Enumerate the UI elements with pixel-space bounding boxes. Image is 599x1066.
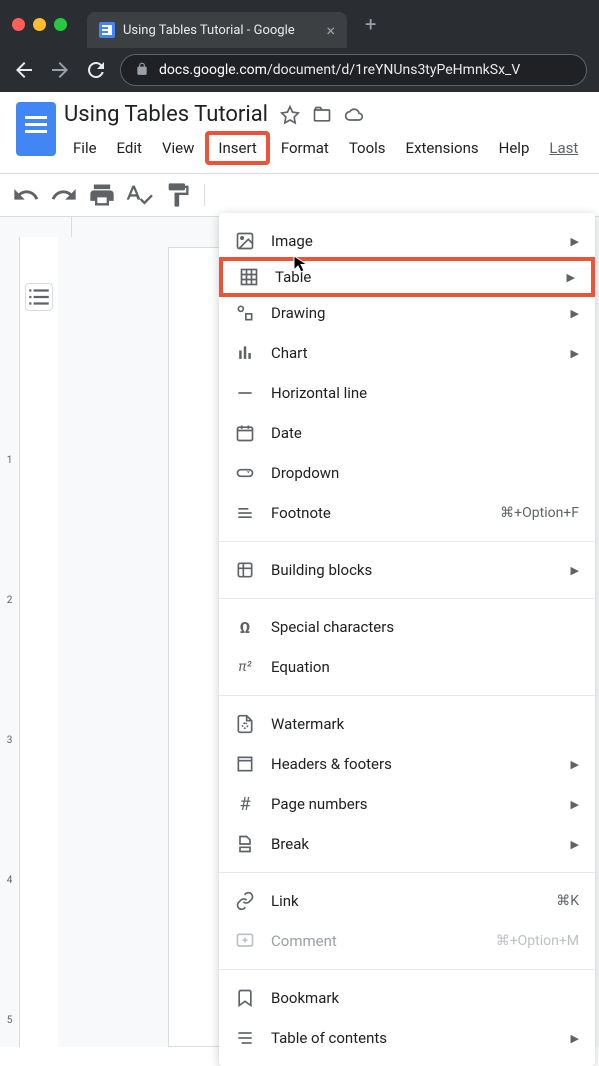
footnote-icon: [235, 503, 255, 523]
watermark-icon: [235, 714, 255, 734]
back-button[interactable]: [12, 58, 36, 82]
separator: [204, 184, 205, 206]
menu-item-horizontal-line[interactable]: Horizontal line: [219, 373, 595, 413]
menu-item-equation[interactable]: π² Equation: [219, 647, 595, 687]
menu-extensions[interactable]: Extensions: [397, 135, 488, 161]
menu-file[interactable]: File: [64, 135, 106, 161]
lock-icon: [135, 61, 149, 80]
chevron-right-icon: ▶: [571, 758, 579, 771]
menu-format[interactable]: Format: [272, 135, 338, 161]
menu-item-watermark[interactable]: Watermark: [219, 704, 595, 744]
address-bar: docs.google.com/document/d/1reYNUns3tyPe…: [0, 48, 599, 92]
menu-item-table-of-contents[interactable]: Table of contents ▶: [219, 1018, 595, 1058]
menu-insert[interactable]: Insert: [205, 131, 269, 165]
dropdown-icon: [235, 463, 255, 483]
break-icon: [235, 834, 255, 854]
reload-button[interactable]: [84, 58, 108, 82]
chevron-right-icon: ▶: [571, 307, 579, 320]
chevron-right-icon: ▶: [571, 235, 579, 248]
headers-icon: [235, 754, 255, 774]
chart-icon: [235, 343, 255, 363]
image-icon: [235, 231, 255, 251]
close-window-button[interactable]: [12, 18, 25, 31]
print-button[interactable]: [88, 181, 116, 209]
new-tab-button[interactable]: +: [365, 12, 376, 36]
paint-format-button[interactable]: [164, 181, 192, 209]
link-icon: [235, 891, 255, 911]
menu-edit[interactable]: Edit: [108, 135, 151, 161]
separator: [219, 541, 595, 542]
chevron-right-icon: ▶: [571, 838, 579, 851]
menu-item-table[interactable]: Table ▶: [219, 257, 595, 297]
browser-tab[interactable]: Using Tables Tutorial - Google ×: [87, 12, 347, 48]
document-title[interactable]: Using Tables Tutorial: [64, 102, 268, 127]
menu-item-link[interactable]: Link ⌘K: [219, 881, 595, 921]
menu-item-drawing[interactable]: Drawing ▶: [219, 293, 595, 333]
star-icon[interactable]: [280, 105, 300, 125]
chevron-right-icon: ▶: [571, 347, 579, 360]
insert-dropdown-menu: Image ▶ Table ▶ Drawing ▶ Chart ▶ Horizo…: [219, 213, 595, 1066]
separator: [219, 872, 595, 873]
window-controls: [12, 18, 67, 31]
close-tab-icon[interactable]: ×: [326, 21, 335, 40]
minimize-window-button[interactable]: [33, 18, 46, 31]
spellcheck-button[interactable]: [126, 181, 154, 209]
menu-view[interactable]: View: [153, 135, 203, 161]
menu-item-dropdown[interactable]: Dropdown: [219, 453, 595, 493]
menu-tools[interactable]: Tools: [340, 135, 395, 161]
forward-button[interactable]: [48, 58, 72, 82]
bookmark-icon: [235, 988, 255, 1008]
menu-item-date[interactable]: Date: [219, 413, 595, 453]
undo-button[interactable]: [12, 181, 40, 209]
chevron-right-icon: ▶: [571, 564, 579, 577]
equation-icon: π²: [235, 657, 255, 677]
separator: [219, 598, 595, 599]
separator: [219, 695, 595, 696]
chevron-right-icon: ▶: [571, 1032, 579, 1045]
google-docs-logo-icon[interactable]: [16, 102, 56, 156]
chevron-right-icon: ▶: [567, 271, 575, 284]
drawing-icon: [235, 303, 255, 323]
calendar-icon: [235, 423, 255, 443]
menubar: File Edit View Insert Format Tools Exten…: [64, 131, 587, 165]
vertical-ruler[interactable]: 1 2 3 4 5: [0, 237, 20, 1047]
maximize-window-button[interactable]: [54, 18, 67, 31]
menu-item-footnote[interactable]: Footnote ⌘+Option+F: [219, 493, 595, 533]
redo-button[interactable]: [50, 181, 78, 209]
cloud-icon[interactable]: [344, 105, 364, 125]
menu-item-image[interactable]: Image ▶: [219, 221, 595, 261]
hash-icon: #: [235, 794, 255, 814]
tab-title: Using Tables Tutorial - Google: [123, 23, 318, 38]
menu-help[interactable]: Help: [490, 135, 539, 161]
docs-favicon-icon: [99, 22, 115, 38]
menu-item-bookmark[interactable]: Bookmark: [219, 978, 595, 1018]
table-icon: [239, 267, 259, 287]
comment-icon: [235, 931, 255, 951]
horizontal-line-icon: [235, 383, 255, 403]
menu-item-headers-footers[interactable]: Headers & footers ▶: [219, 744, 595, 784]
menu-item-chart[interactable]: Chart ▶: [219, 333, 595, 373]
menu-last-edit[interactable]: Last: [540, 135, 587, 161]
outline-toggle-button[interactable]: [25, 283, 53, 311]
toc-icon: [235, 1028, 255, 1048]
url-text: docs.google.com/document/d/1reYNUns3tyPe…: [159, 62, 520, 78]
menu-item-special-characters[interactable]: Ω Special characters: [219, 607, 595, 647]
url-input[interactable]: docs.google.com/document/d/1reYNUns3tyPe…: [120, 54, 587, 86]
menu-item-building-blocks[interactable]: Building blocks ▶: [219, 550, 595, 590]
move-icon[interactable]: [312, 105, 332, 125]
menu-item-break[interactable]: Break ▶: [219, 824, 595, 864]
menu-item-page-numbers[interactable]: # Page numbers ▶: [219, 784, 595, 824]
browser-titlebar: Using Tables Tutorial - Google × +: [0, 0, 599, 48]
chevron-right-icon: ▶: [571, 798, 579, 811]
omega-icon: Ω: [235, 617, 255, 637]
separator: [219, 969, 595, 970]
blocks-icon: [235, 560, 255, 580]
menu-item-comment: Comment ⌘+Option+M: [219, 921, 595, 961]
toolbar: [0, 173, 599, 217]
